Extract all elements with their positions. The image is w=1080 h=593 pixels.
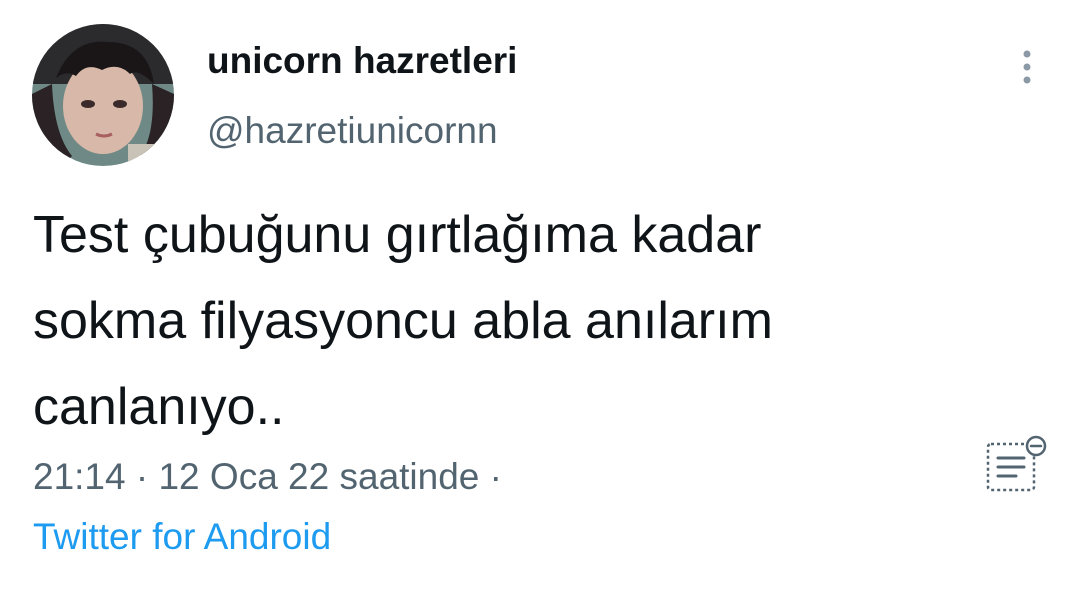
meta-separator-trailing: · <box>479 456 502 497</box>
more-vertical-icon[interactable] <box>1012 46 1042 88</box>
tweet-date[interactable]: 12 Oca 22 saatinde <box>158 456 479 497</box>
tweet-time[interactable]: 21:14 <box>33 456 126 497</box>
tweet-source-link[interactable]: Twitter for Android <box>33 516 331 558</box>
tweet-text: Test çubuğunu gırtlağıma kadar sokma fil… <box>33 206 773 436</box>
notes-icon[interactable] <box>984 432 1048 496</box>
avatar[interactable] <box>32 24 174 166</box>
display-name[interactable]: unicorn hazretleri <box>207 40 517 82</box>
user-handle[interactable]: @hazretiunicornn <box>207 110 498 152</box>
avatar-image <box>32 24 174 166</box>
tweet-metadata: 21:14 · 12 Oca 22 saatinde · <box>33 456 502 498</box>
meta-separator: · <box>125 456 159 497</box>
